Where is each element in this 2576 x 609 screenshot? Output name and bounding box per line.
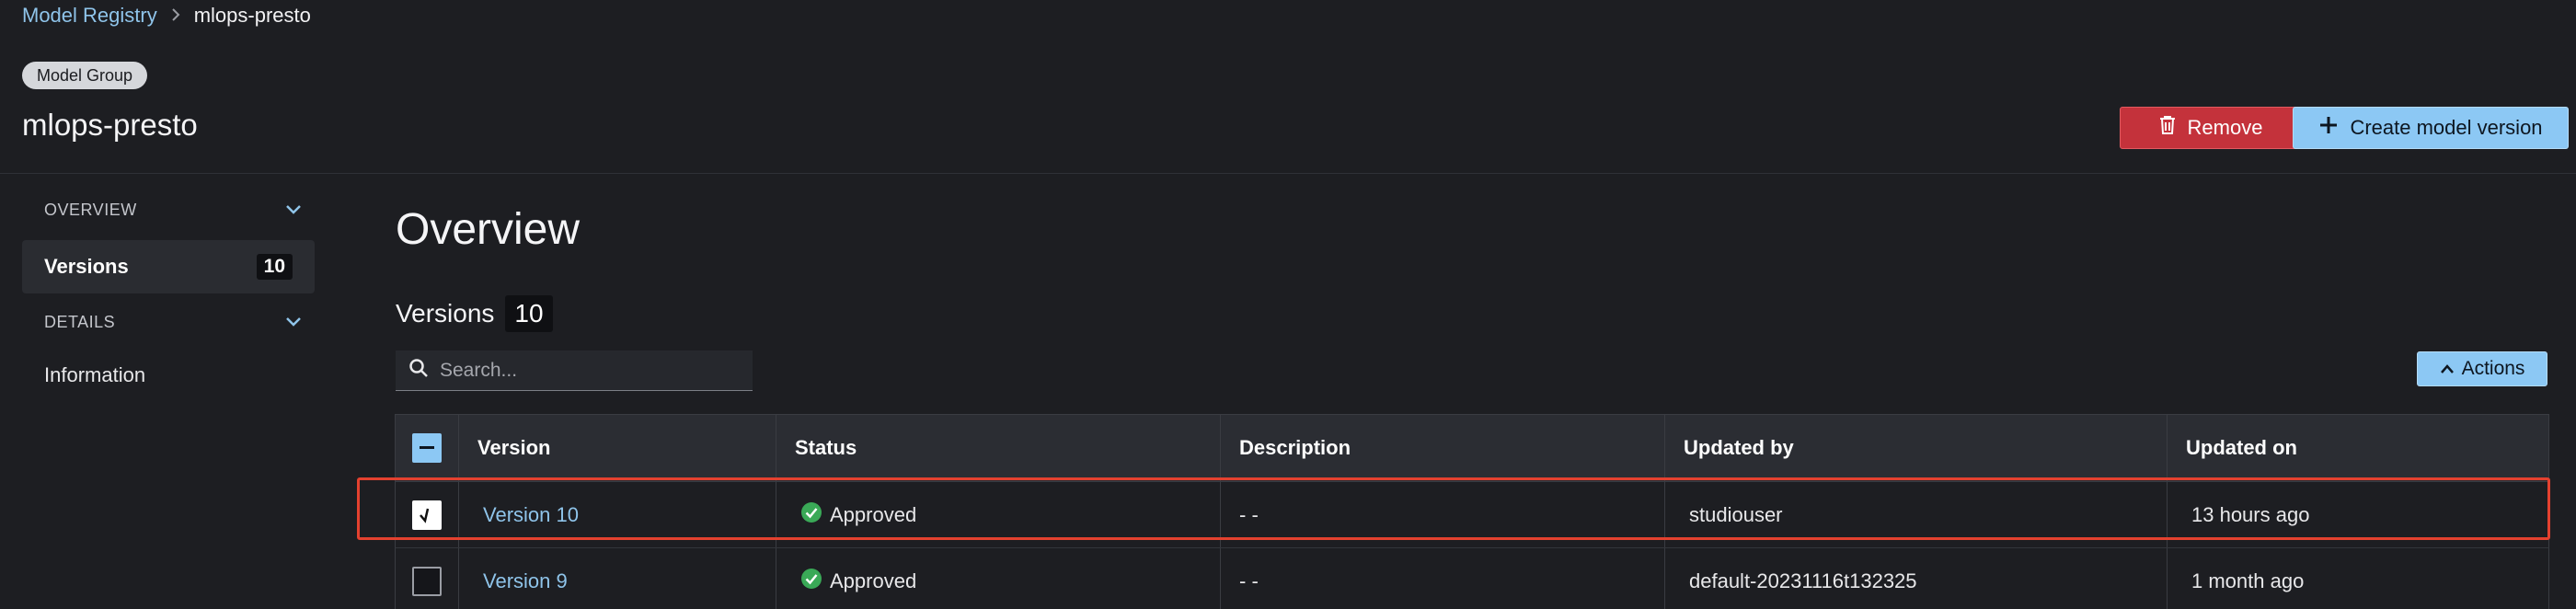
sidebar-section-details[interactable]: DETAILS xyxy=(44,305,302,339)
chevron-down-icon xyxy=(285,201,302,220)
plus-icon xyxy=(2318,115,2339,141)
overview-title: Overview xyxy=(396,205,581,254)
versions-count-badge: 10 xyxy=(505,295,553,332)
table-row[interactable]: Version 10 Approved - - studiouser 13 ho… xyxy=(395,482,2549,548)
versions-table: Version Status Description Updated by Up… xyxy=(395,414,2549,609)
table-header: Version Status Description Updated by Up… xyxy=(395,414,2549,482)
check-circle-icon xyxy=(800,568,822,595)
header-checkbox-cell xyxy=(396,415,458,481)
search-icon xyxy=(408,358,429,383)
updated-by-cell: default-20231116t132325 xyxy=(1664,548,2167,609)
version-cell: Version 9 xyxy=(458,548,776,609)
select-all-checkbox[interactable] xyxy=(412,433,442,463)
column-header-description[interactable]: Description xyxy=(1220,415,1664,481)
row-checkbox[interactable] xyxy=(412,566,442,596)
column-header-updated-on[interactable]: Updated on xyxy=(2167,415,2548,481)
sidebar-item-versions-label: Versions xyxy=(44,255,129,278)
search-input[interactable] xyxy=(440,359,740,382)
column-header-version[interactable]: Version xyxy=(458,415,776,481)
sidebar-section-overview[interactable]: OVERVIEW xyxy=(44,193,302,226)
chevron-down-icon xyxy=(285,313,302,332)
remove-button-label: Remove xyxy=(2187,116,2263,139)
create-model-version-label: Create model version xyxy=(2350,116,2543,139)
sidebar-item-versions[interactable]: Versions 10 xyxy=(22,240,315,293)
status-text: Approved xyxy=(830,502,917,526)
row-checkbox-cell xyxy=(396,482,458,547)
sidebar-versions-count: 10 xyxy=(256,254,293,280)
updated-by-cell: studiouser xyxy=(1664,482,2167,547)
row-checkbox[interactable] xyxy=(412,500,442,530)
status-cell: Approved xyxy=(776,482,1220,547)
page-title: mlops-presto xyxy=(22,108,198,142)
updated-on-cell: 13 hours ago xyxy=(2167,482,2548,547)
model-group-page: Model Registry mlops-presto Model Group … xyxy=(0,0,2576,609)
description-cell: - - xyxy=(1220,482,1664,547)
version-cell: Version 10 xyxy=(458,482,776,547)
model-group-badge: Model Group xyxy=(22,62,148,89)
table-row[interactable]: Version 9 Approved - - default-20231116t… xyxy=(395,548,2549,609)
row-checkbox-cell xyxy=(396,548,458,609)
create-model-version-button[interactable]: Create model version xyxy=(2293,107,2569,149)
chevron-up-icon xyxy=(2440,358,2455,380)
version-link[interactable]: Version 10 xyxy=(483,503,579,527)
actions-button-label: Actions xyxy=(2461,358,2525,379)
updated-on-cell: 1 month ago xyxy=(2167,548,2548,609)
column-header-status[interactable]: Status xyxy=(776,415,1220,481)
breadcrumb: Model Registry mlops-presto xyxy=(22,2,311,29)
status-text: Approved xyxy=(830,569,917,592)
remove-button[interactable]: Remove xyxy=(2120,107,2301,149)
trash-icon xyxy=(2158,115,2177,141)
breadcrumb-separator-icon xyxy=(170,4,181,28)
versions-heading: Versions 10 xyxy=(396,295,553,332)
header-divider xyxy=(0,173,2576,174)
versions-heading-label: Versions xyxy=(396,299,495,327)
search-box[interactable] xyxy=(396,350,753,391)
breadcrumb-model-registry-link[interactable]: Model Registry xyxy=(22,4,157,28)
status-cell: Approved xyxy=(776,548,1220,609)
sidebar-item-information[interactable]: Information xyxy=(44,363,145,387)
check-circle-icon xyxy=(800,501,822,529)
actions-button[interactable]: Actions xyxy=(2417,351,2547,386)
column-header-updated-by[interactable]: Updated by xyxy=(1664,415,2167,481)
version-link[interactable]: Version 9 xyxy=(483,569,568,593)
sidebar-section-details-label: DETAILS xyxy=(44,312,116,331)
breadcrumb-current: mlops-presto xyxy=(193,4,311,27)
description-cell: - - xyxy=(1220,548,1664,609)
sidebar-section-overview-label: OVERVIEW xyxy=(44,200,137,219)
